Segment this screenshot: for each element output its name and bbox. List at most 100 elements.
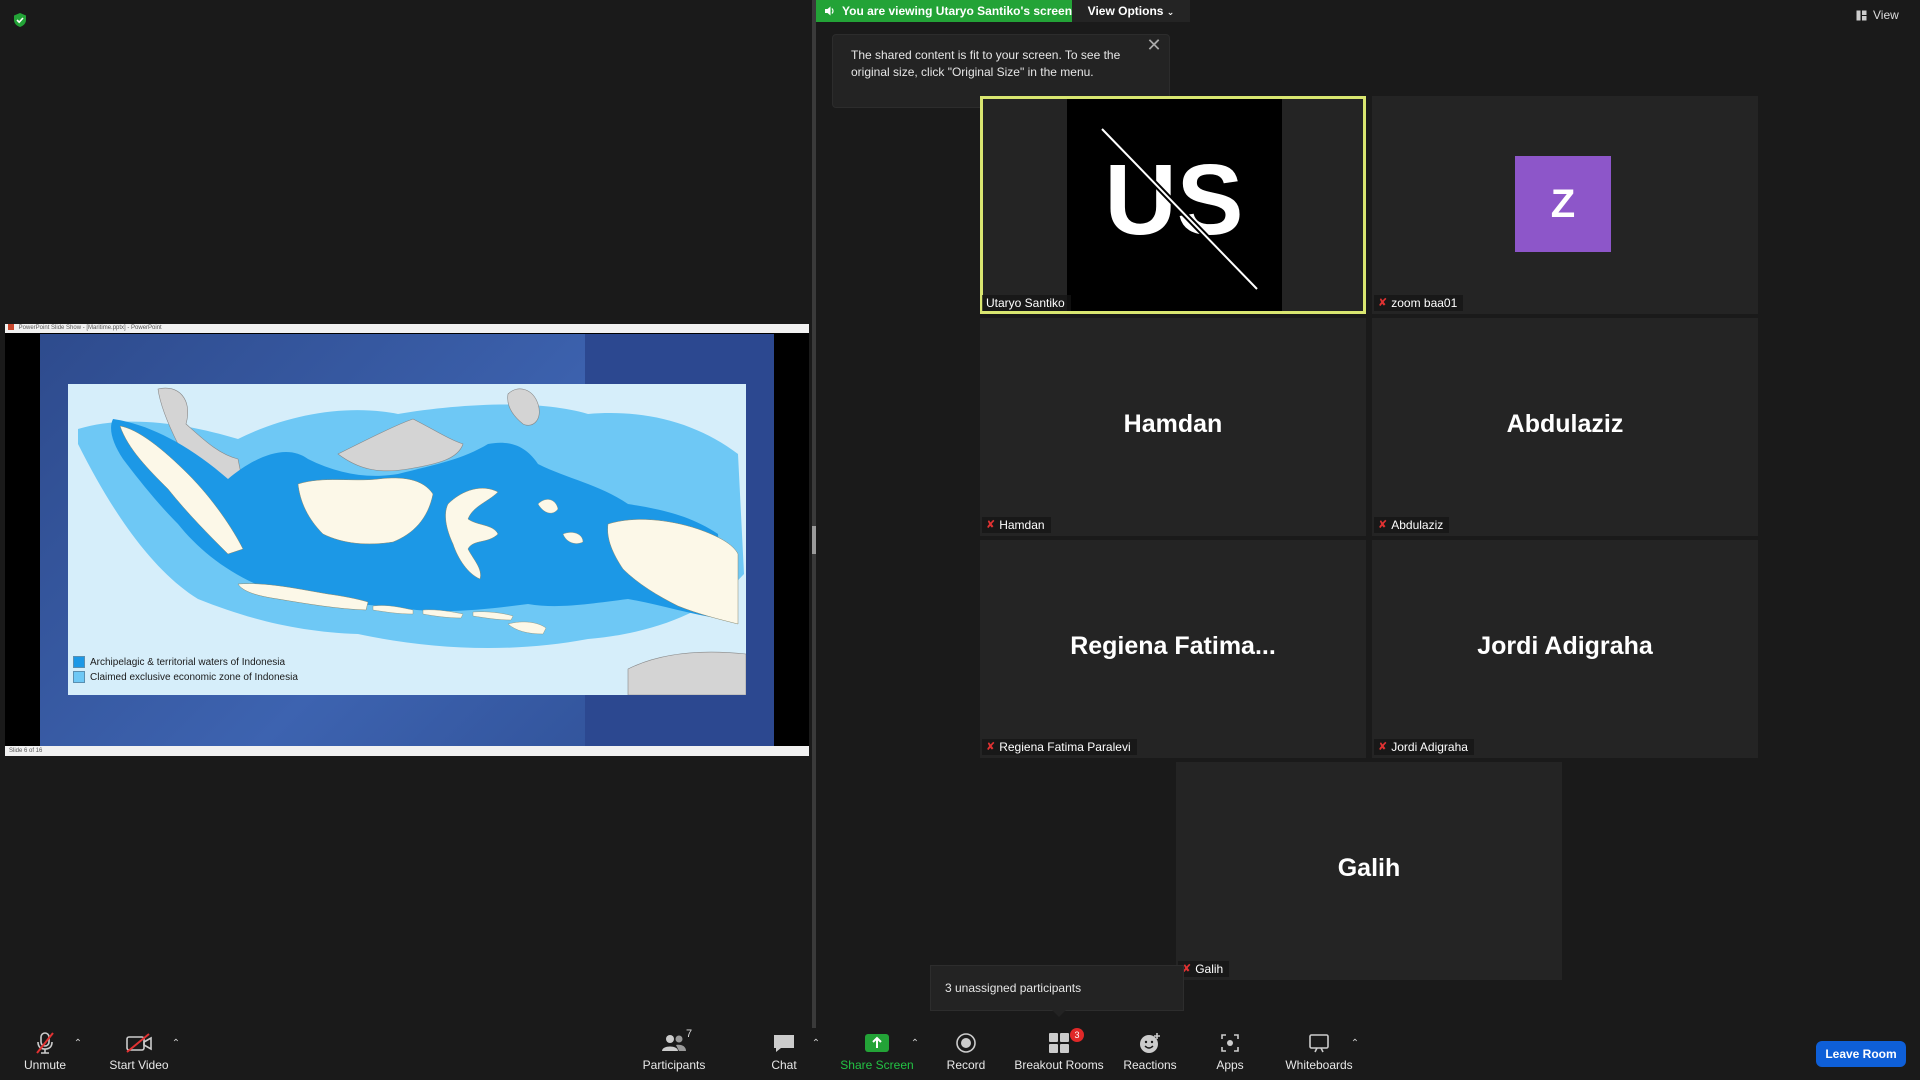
view-options-button[interactable]: View Options ⌄ xyxy=(1072,0,1190,22)
viewing-screen-banner: You are viewing Utaryo Santiko's screen xyxy=(816,0,1083,22)
unmute-button[interactable]: Unmute xyxy=(14,1030,76,1076)
participant-tile[interactable]: Regiena Fatima... ✘ Regiena Fatima Paral… xyxy=(980,540,1366,758)
participant-name: Regiena Fatima Paralevi xyxy=(999,740,1131,754)
legend-label: Archipelagic & territorial waters of Ind… xyxy=(90,656,286,668)
share-screen-button[interactable]: Share Screen xyxy=(838,1030,916,1076)
participants-button[interactable]: 7 Participants xyxy=(638,1028,710,1076)
participant-tile[interactable]: Hamdan ✘ Hamdan xyxy=(980,318,1366,536)
security-shield-icon[interactable] xyxy=(12,12,28,28)
legend-item: Claimed exclusive economic zone of Indon… xyxy=(73,671,298,683)
slide-counter: Slide 6 of 16 xyxy=(9,748,43,754)
reactions-label: Reactions xyxy=(1123,1058,1177,1072)
apps-label: Apps xyxy=(1216,1058,1244,1072)
participant-name: Abdulaziz xyxy=(1391,518,1444,532)
start-video-label: Start Video xyxy=(109,1058,169,1072)
participant-display-name: Hamdan xyxy=(1123,410,1223,438)
participant-name-label: ✘ Regiena Fatima Paralevi xyxy=(982,739,1137,755)
participant-display-name: Regiena Fatima... xyxy=(1070,632,1276,660)
muted-mic-icon: ✘ xyxy=(986,741,996,753)
share-options-caret[interactable]: ⌃ xyxy=(910,1038,920,1049)
participant-name-label: ✘ zoom baa01 xyxy=(1374,295,1464,311)
tooltip-text: The shared content is fit to your screen… xyxy=(851,48,1121,79)
participant-name: Jordi Adigraha xyxy=(1391,740,1468,754)
indonesia-map: Archipelagic & territorial waters of Ind… xyxy=(68,384,747,696)
unassigned-text: 3 unassigned participants xyxy=(945,981,1082,995)
whiteboard-icon xyxy=(1309,1034,1329,1053)
video-options-caret[interactable]: ⌃ xyxy=(171,1038,181,1049)
grid-view-icon xyxy=(1856,10,1867,20)
participant-tile[interactable]: Jordi Adigraha ✘ Jordi Adigraha xyxy=(1372,540,1758,758)
start-video-button[interactable]: Start Video xyxy=(104,1030,174,1076)
participant-name: Utaryo Santiko xyxy=(986,296,1065,310)
participant-tile[interactable]: US Utaryo Santiko xyxy=(980,96,1366,314)
participant-name-label: ✘ Jordi Adigraha xyxy=(1374,739,1474,755)
muted-mic-icon: ✘ xyxy=(1378,297,1388,309)
divider-drag-handle[interactable] xyxy=(812,526,816,554)
video-off-icon xyxy=(126,1033,152,1053)
unassigned-participants-tooltip[interactable]: 3 unassigned participants xyxy=(930,965,1184,1011)
participants-icon xyxy=(662,1035,686,1051)
record-button[interactable]: Record xyxy=(940,1030,992,1076)
chat-label: Chat xyxy=(771,1058,797,1072)
map-legend: Archipelagic & territorial waters of Ind… xyxy=(73,656,298,683)
chat-button[interactable]: Chat xyxy=(760,1030,808,1076)
whiteboards-label: Whiteboards xyxy=(1285,1058,1353,1072)
participants-count: 7 xyxy=(686,1028,693,1040)
participant-name: zoom baa01 xyxy=(1391,296,1458,310)
tooltip-arrow xyxy=(1052,1010,1066,1017)
participant-display-name: Galih xyxy=(1337,854,1401,882)
whiteboards-options-caret[interactable]: ⌃ xyxy=(1350,1038,1360,1049)
share-screen-icon xyxy=(865,1034,889,1052)
muted-mic-icon: ✘ xyxy=(1378,741,1388,753)
breakout-badge: 3 xyxy=(1070,1028,1084,1042)
apps-icon xyxy=(1221,1034,1239,1052)
legend-label: Claimed exclusive economic zone of Indon… xyxy=(90,671,298,683)
muted-mic-icon xyxy=(36,1032,54,1054)
record-label: Record xyxy=(946,1058,986,1072)
participant-name: Galih xyxy=(1195,962,1224,976)
apps-button[interactable]: Apps xyxy=(1210,1030,1250,1076)
view-button-label: View xyxy=(1873,8,1899,22)
audio-options-caret[interactable]: ⌃ xyxy=(73,1038,83,1049)
legend-swatch xyxy=(73,671,85,683)
participant-tile[interactable]: Z ✘ zoom baa01 xyxy=(1372,96,1758,314)
shared-window-statusbar: Slide 6 of 16 xyxy=(5,746,809,756)
chat-icon xyxy=(774,1035,794,1052)
view-options-label: View Options xyxy=(1087,4,1164,18)
avatar-initial: Z xyxy=(1550,182,1576,226)
share-screen-label: Share Screen xyxy=(840,1058,914,1072)
legend-swatch xyxy=(73,656,85,668)
reactions-button[interactable]: Reactions xyxy=(1120,1030,1180,1076)
participant-name-label: ✘ Abdulaziz xyxy=(1374,517,1450,533)
participant-name-label: Utaryo Santiko xyxy=(982,295,1071,311)
chevron-down-icon: ⌄ xyxy=(1166,7,1175,17)
shared-window-title: PowerPoint Slide Show - [Maritime.pptx] … xyxy=(18,325,162,331)
powerpoint-icon xyxy=(8,324,14,331)
breakout-rooms-label: Breakout Rooms xyxy=(1014,1058,1104,1072)
participant-display-name: Abdulaziz xyxy=(1506,410,1624,438)
us-logo: US xyxy=(1099,126,1260,292)
shared-window-titlebar: PowerPoint Slide Show - [Maritime.pptx] … xyxy=(5,324,809,333)
breakout-rooms-icon xyxy=(1049,1033,1069,1053)
muted-mic-icon: ✘ xyxy=(1378,519,1388,531)
close-icon[interactable]: ✕ xyxy=(1146,36,1162,54)
record-icon xyxy=(956,1033,976,1053)
muted-mic-icon: ✘ xyxy=(986,519,996,531)
breakout-rooms-button[interactable]: 3 Breakout Rooms xyxy=(1014,1028,1104,1076)
participant-tile[interactable]: Galih ✘ Galih xyxy=(1176,762,1562,980)
leave-room-button[interactable]: Leave Room xyxy=(1816,1041,1906,1067)
leave-room-label: Leave Room xyxy=(1825,1047,1897,1061)
legend-item: Archipelagic & territorial waters of Ind… xyxy=(73,656,298,668)
participant-name: Hamdan xyxy=(999,518,1045,532)
participant-name-label: ✘ Hamdan xyxy=(982,517,1051,533)
avatar: Z xyxy=(1515,156,1611,252)
participant-name-label: ✘ Galih xyxy=(1178,961,1230,977)
reactions-icon xyxy=(1140,1033,1160,1053)
view-button[interactable]: View xyxy=(1856,8,1899,22)
speaker-icon xyxy=(825,6,834,16)
chat-options-caret[interactable]: ⌃ xyxy=(811,1038,821,1049)
split-divider[interactable] xyxy=(812,0,816,1028)
participant-tile[interactable]: Abdulaziz ✘ Abdulaziz xyxy=(1372,318,1758,536)
viewing-banner-text: You are viewing Utaryo Santiko's screen xyxy=(842,4,1073,18)
whiteboards-button[interactable]: Whiteboards xyxy=(1280,1030,1358,1076)
